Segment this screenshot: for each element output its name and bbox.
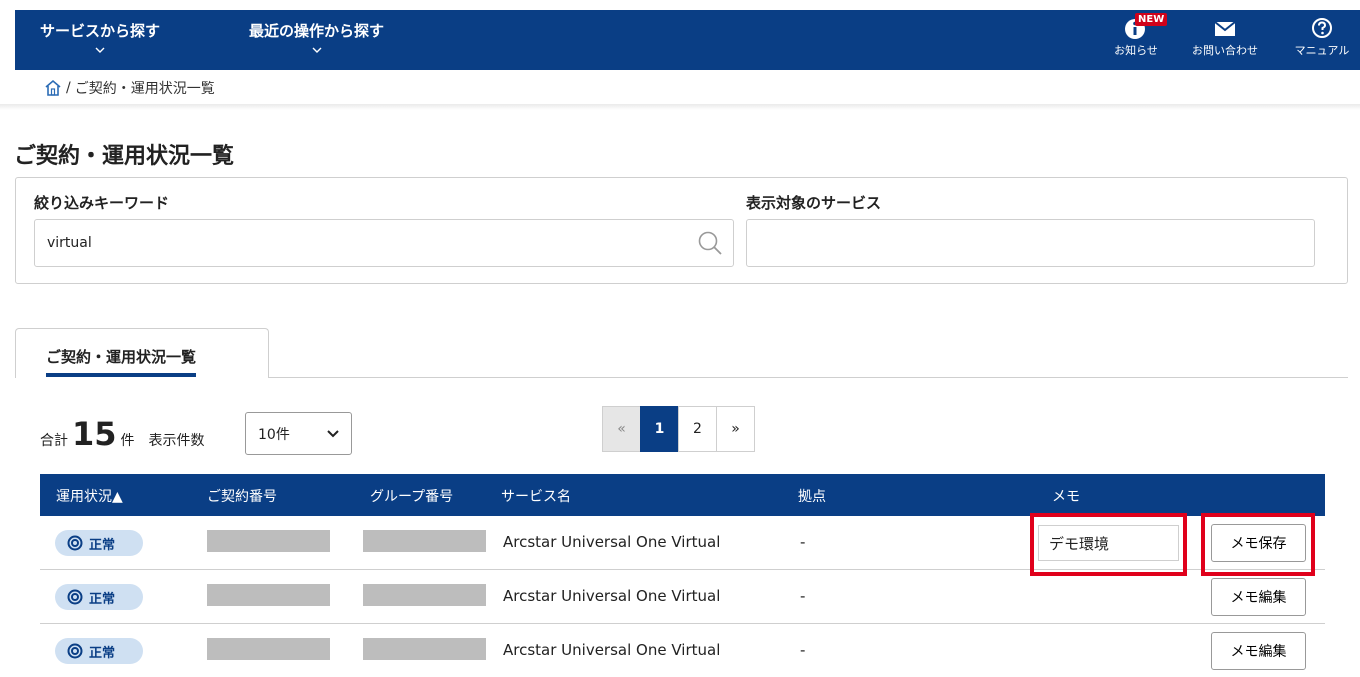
- contract-number-masked: [207, 584, 330, 606]
- service-name: Arcstar Universal One Virtual: [503, 587, 721, 605]
- mail-icon: [1214, 21, 1236, 36]
- header-contract-number[interactable]: ご契約番号: [207, 486, 277, 506]
- total-count: 合計 15 件 表示件数: [40, 418, 205, 450]
- status-label: 正常: [89, 591, 116, 607]
- keyword-label: 絞り込みキーワード: [34, 194, 170, 212]
- memo-input[interactable]: デモ環境: [1038, 525, 1179, 561]
- header-memo[interactable]: メモ: [1052, 486, 1080, 506]
- tab-contract-list[interactable]: ご契約・運用状況一覧: [15, 328, 269, 378]
- per-page-label: 表示件数: [148, 433, 205, 449]
- news-label: お知らせ: [1114, 44, 1158, 57]
- keyword-value: virtual: [47, 235, 92, 251]
- group-number-masked: [363, 584, 486, 606]
- header-group-number[interactable]: グループ番号: [370, 486, 453, 506]
- news-link[interactable]: NEW お知らせ: [1113, 13, 1168, 58]
- site: -: [800, 641, 806, 659]
- breadcrumb: / ご契約・運用状況一覧: [44, 78, 215, 98]
- breadcrumb-current: ご契約・運用状況一覧: [74, 81, 215, 97]
- total-suffix: 件: [120, 433, 135, 449]
- manual-link[interactable]: マニュアル: [1290, 16, 1354, 58]
- status-label: 正常: [89, 645, 116, 661]
- service-select[interactable]: [746, 219, 1315, 267]
- pager-next[interactable]: »: [716, 406, 755, 452]
- chevron-down-icon: [312, 47, 321, 53]
- header-status[interactable]: 運用状況▲: [56, 486, 123, 506]
- status-normal-icon: [67, 589, 83, 605]
- site: -: [800, 533, 806, 551]
- filter-panel: 絞り込みキーワード virtual 表示対象のサービス: [15, 177, 1348, 284]
- contract-number-masked: [207, 638, 330, 660]
- breadcrumb-divider: [0, 104, 1360, 110]
- status-badge: 正常: [55, 530, 143, 556]
- pager-page-1[interactable]: 1: [640, 406, 679, 452]
- pager-prev[interactable]: «: [602, 406, 641, 452]
- table-row: 正常 Arcstar Universal One Virtual - メモ編集: [40, 570, 1325, 624]
- breadcrumb-separator: /: [66, 80, 71, 96]
- menu-services[interactable]: サービスから探す: [40, 20, 160, 55]
- home-icon[interactable]: [44, 79, 62, 97]
- tab-label: ご契約・運用状況一覧: [46, 346, 197, 377]
- status-normal-icon: [67, 643, 83, 659]
- header-service-name[interactable]: サービス名: [501, 486, 571, 506]
- group-number-masked: [363, 638, 486, 660]
- chevron-down-icon: [327, 430, 339, 438]
- contact-label: お問い合わせ: [1192, 44, 1258, 57]
- memo-value: デモ環境: [1049, 534, 1110, 553]
- search-icon[interactable]: [697, 230, 723, 256]
- site: -: [800, 587, 806, 605]
- contract-number-masked: [207, 530, 330, 552]
- header-site[interactable]: 拠点: [798, 486, 826, 506]
- top-nav: サービスから探す 最近の操作から探す NEW お知らせ お問い合わせ マニュアル: [15, 10, 1360, 70]
- table-row: 正常 Arcstar Universal One Virtual - メモ編集: [40, 624, 1325, 677]
- manual-label: マニュアル: [1294, 44, 1350, 57]
- memo-edit-button[interactable]: メモ編集: [1211, 632, 1306, 670]
- menu-recent[interactable]: 最近の操作から探す: [249, 20, 384, 55]
- total-prefix: 合計: [40, 433, 68, 449]
- menu-services-label: サービスから探す: [40, 22, 161, 40]
- page-title: ご契約・運用状況一覧: [14, 144, 235, 169]
- pagination: « 1 2 »: [602, 406, 755, 452]
- menu-recent-label: 最近の操作から探す: [249, 22, 385, 40]
- per-page-select[interactable]: 10件: [245, 412, 352, 455]
- group-number-masked: [363, 530, 486, 552]
- service-label: 表示対象のサービス: [746, 194, 882, 212]
- table-row: 正常 Arcstar Universal One Virtual - デモ環境 …: [40, 516, 1325, 570]
- status-badge: 正常: [55, 584, 143, 610]
- keyword-input[interactable]: virtual: [34, 219, 734, 267]
- memo-save-button[interactable]: メモ保存: [1211, 524, 1306, 562]
- per-page-value: 10件: [258, 426, 290, 443]
- status-normal-icon: [67, 535, 83, 551]
- total-number: 15: [72, 415, 117, 453]
- service-name: Arcstar Universal One Virtual: [503, 641, 721, 659]
- chevron-down-icon: [95, 47, 105, 53]
- memo-edit-button[interactable]: メモ編集: [1211, 578, 1306, 616]
- contact-link[interactable]: お問い合わせ: [1185, 16, 1265, 58]
- help-icon: [1312, 18, 1332, 38]
- status-badge: 正常: [55, 638, 143, 664]
- status-label: 正常: [89, 537, 116, 553]
- table-header: 運用状況▲ ご契約番号 グループ番号 サービス名 拠点 メモ: [40, 474, 1325, 516]
- service-name: Arcstar Universal One Virtual: [503, 533, 721, 551]
- pager-page-2[interactable]: 2: [678, 406, 717, 452]
- new-badge: NEW: [1135, 13, 1168, 26]
